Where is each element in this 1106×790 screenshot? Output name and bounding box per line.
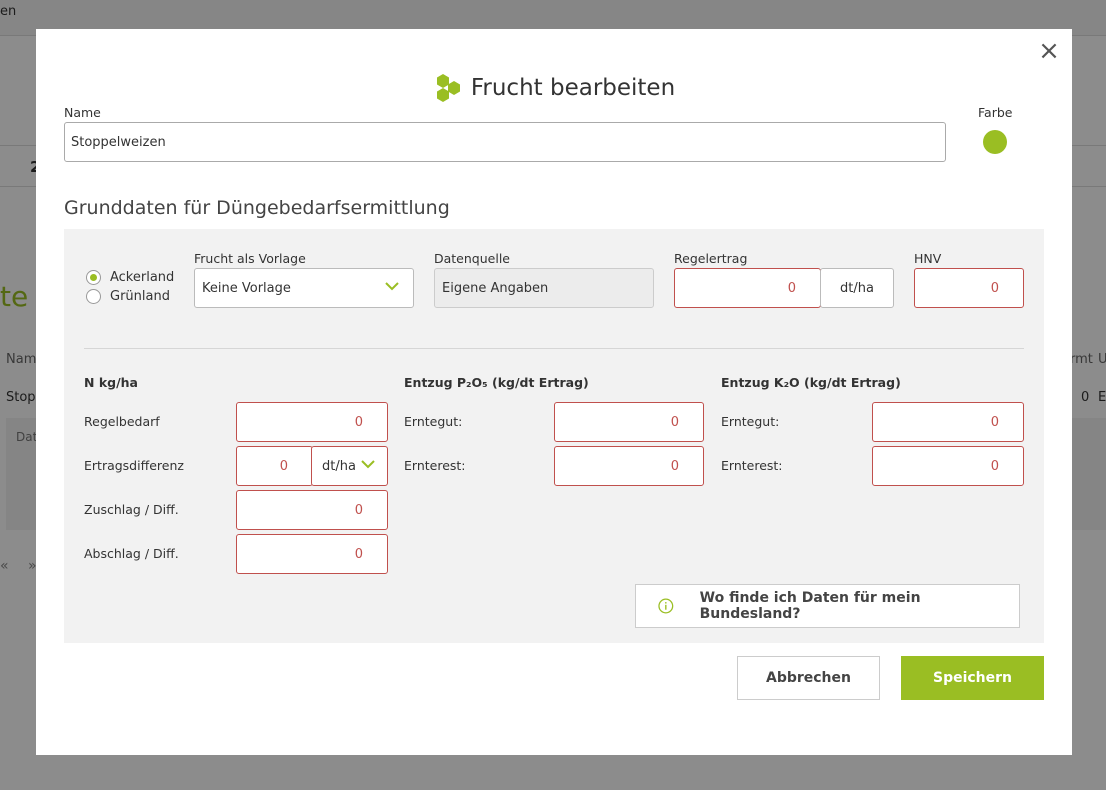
color-label: Farbe: [978, 105, 1013, 120]
abschlag-label: Abschlag / Diff.: [84, 546, 179, 561]
bundesland-info-button[interactable]: Wo finde ich Daten für mein Bundesland?: [635, 584, 1020, 628]
k-ernterest-input[interactable]: 0: [872, 446, 1024, 486]
regelbedarf-label: Regelbedarf: [84, 414, 160, 429]
k-section-title: Entzug K₂O (kg/dt Ertrag): [721, 375, 901, 390]
info-icon: [658, 598, 674, 614]
source-label: Datenquelle: [434, 251, 510, 266]
cancel-button[interactable]: Abbrechen: [737, 656, 880, 700]
section-title: Grunddaten für Düngebedarfsermittlung: [64, 197, 450, 219]
regelbedarf-input[interactable]: 0: [236, 402, 388, 442]
divider: [84, 348, 1024, 349]
ertragsdifferenz-label: Ertragsdifferenz: [84, 458, 184, 473]
name-label: Name: [64, 105, 101, 120]
template-select[interactable]: Keine Vorlage: [194, 268, 414, 308]
chevron-down-icon: [361, 460, 375, 469]
k-ernterest-label: Ernterest:: [721, 458, 783, 473]
p-erntegut-label: Erntegut:: [404, 414, 463, 429]
p-ernterest-input[interactable]: 0: [554, 446, 704, 486]
radio-gruenland-indicator[interactable]: [86, 289, 101, 304]
radio-ackerland-indicator[interactable]: [86, 270, 101, 285]
hnv-label: HNV: [914, 251, 942, 266]
k-erntegut-input[interactable]: 0: [872, 402, 1024, 442]
save-button[interactable]: Speichern: [901, 656, 1044, 700]
k-erntegut-label: Erntegut:: [721, 414, 780, 429]
source-field: Eigene Angaben: [434, 268, 654, 308]
regelertrag-input[interactable]: 0: [674, 268, 821, 308]
ertragsdifferenz-input[interactable]: 0: [236, 446, 313, 486]
chevron-down-icon: [385, 282, 399, 291]
modal-title: Frucht bearbeiten: [36, 73, 1072, 109]
abschlag-input[interactable]: 0: [236, 534, 388, 574]
radio-gruenland[interactable]: Grünland: [86, 289, 170, 304]
color-picker[interactable]: [983, 130, 1007, 154]
crop-logo-icon: [436, 74, 460, 102]
modal-title-text: Frucht bearbeiten: [470, 75, 676, 101]
template-label: Frucht als Vorlage: [194, 251, 306, 266]
p-ernterest-label: Ernterest:: [404, 458, 466, 473]
regelertrag-unit: dt/ha: [820, 268, 894, 308]
radio-ackerland[interactable]: Ackerland: [86, 270, 174, 285]
p-erntegut-input[interactable]: 0: [554, 402, 704, 442]
zuschlag-input[interactable]: 0: [236, 490, 388, 530]
zuschlag-label: Zuschlag / Diff.: [84, 502, 179, 517]
edit-crop-modal: Frucht bearbeiten × Name Farbe Grunddate…: [36, 29, 1072, 755]
name-input[interactable]: [64, 122, 946, 162]
hnv-input[interactable]: 0: [914, 268, 1024, 308]
regelertrag-label: Regelertrag: [674, 251, 748, 266]
p-section-title: Entzug P₂O₅ (kg/dt Ertrag): [404, 375, 589, 390]
n-section-title: N kg/ha: [84, 375, 138, 390]
close-icon[interactable]: ×: [1036, 38, 1062, 65]
ertragsdifferenz-unit-select[interactable]: dt/ha: [311, 446, 388, 486]
